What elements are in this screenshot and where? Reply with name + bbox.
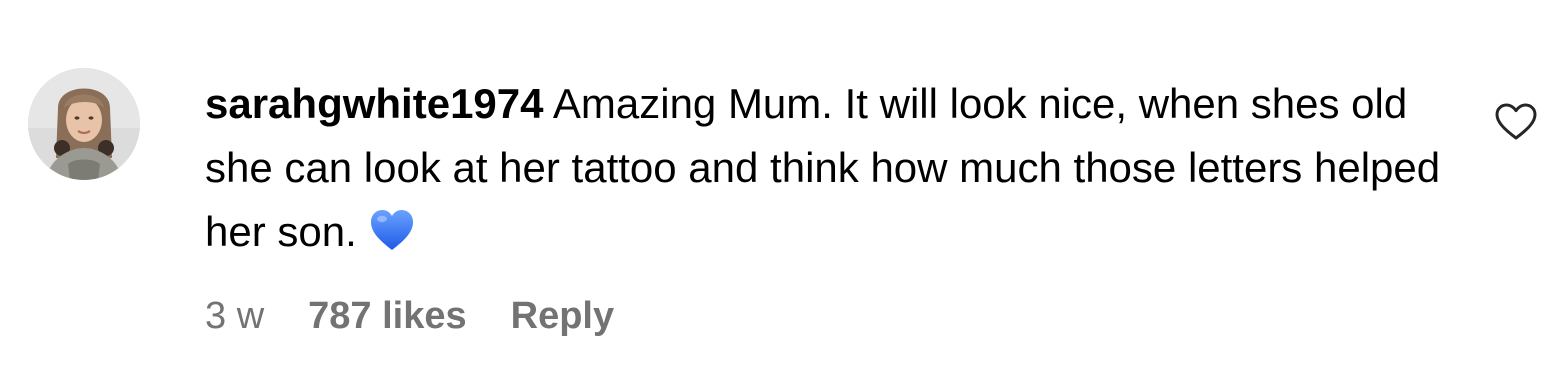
comment: sarahgwhite1974 Amazing Mum. It will loo… [0, 0, 1564, 373]
likes-count-link[interactable]: 787 likes [308, 292, 466, 340]
blue-heart-emoji [369, 208, 415, 254]
reply-button[interactable]: Reply [511, 292, 614, 340]
comment-timestamp: 3 w [205, 295, 265, 337]
avatar[interactable] [28, 68, 140, 180]
username-link[interactable]: sarahgwhite1974 [205, 80, 544, 127]
heart-outline-icon[interactable] [1494, 102, 1538, 142]
comment-meta: 3 w 787 likes Reply [205, 292, 614, 340]
comment-body: sarahgwhite1974 Amazing Mum. It will loo… [205, 72, 1455, 264]
profile-photo [28, 68, 140, 180]
comment-text-block: sarahgwhite1974 Amazing Mum. It will loo… [205, 72, 1455, 264]
